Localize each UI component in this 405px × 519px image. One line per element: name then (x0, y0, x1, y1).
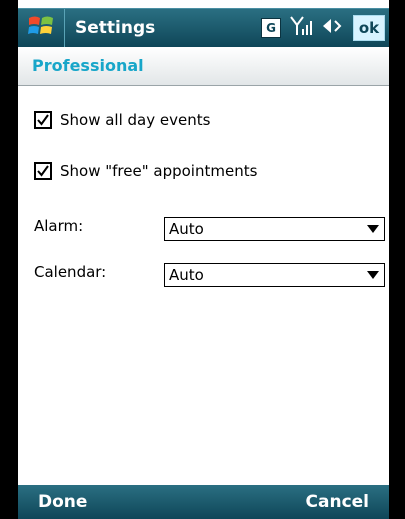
title-bar: Settings G ok (18, 8, 389, 47)
checkmark-icon (37, 165, 49, 177)
screen-right-edge (389, 0, 405, 519)
dropdown-arrow-icon[interactable] (362, 225, 384, 233)
show-free-appointments-row[interactable]: Show "free" appointments (34, 162, 257, 180)
done-softkey[interactable]: Done (18, 492, 107, 512)
start-button[interactable] (18, 9, 65, 47)
status-area: G ok (261, 15, 389, 41)
device-frame: Settings G ok Professional Show all day … (0, 0, 405, 519)
app-title: Settings (75, 18, 156, 38)
calendar-label: Calendar: (34, 263, 107, 281)
section-header: Professional (18, 47, 389, 86)
volume-icon[interactable] (321, 15, 345, 41)
show-all-day-events-checkbox[interactable] (34, 111, 52, 129)
dropdown-arrow-icon[interactable] (362, 271, 384, 279)
ok-button[interactable]: ok (353, 15, 385, 41)
show-all-day-events-label: Show all day events (60, 111, 211, 129)
signal-icon[interactable] (289, 15, 313, 41)
settings-content: Show all day events Show "free" appointm… (18, 86, 389, 481)
show-free-appointments-label: Show "free" appointments (60, 162, 258, 180)
alarm-select[interactable]: Auto (164, 217, 385, 241)
calendar-selected-value: Auto (169, 266, 204, 284)
softkey-bar: Done Cancel (18, 485, 389, 519)
windows-flag-icon (27, 14, 55, 42)
alarm-selected-value: Auto (169, 220, 204, 238)
cancel-softkey[interactable]: Cancel (286, 492, 389, 512)
alarm-label: Alarm: (34, 217, 84, 235)
network-type-badge: G (261, 18, 281, 38)
section-title: Professional (32, 56, 144, 75)
show-free-appointments-checkbox[interactable] (34, 162, 52, 180)
show-all-day-events-row[interactable]: Show all day events (34, 111, 210, 129)
calendar-select[interactable]: Auto (164, 263, 385, 287)
checkmark-icon (37, 114, 49, 126)
screen-left-edge (0, 0, 18, 519)
